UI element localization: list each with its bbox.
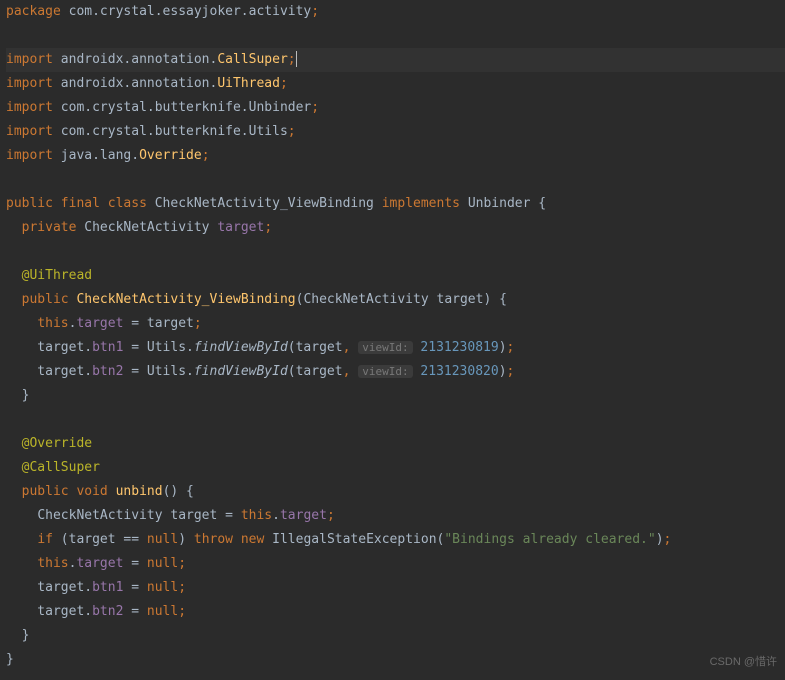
text-cursor bbox=[296, 51, 297, 67]
parameter-hint: viewId: bbox=[358, 341, 412, 354]
code-line: public CheckNetActivity_ViewBinding(Chec… bbox=[6, 288, 785, 312]
code-line: this.target = target; bbox=[6, 312, 785, 336]
annotation: @UiThread bbox=[22, 268, 92, 283]
field-name: target bbox=[217, 220, 264, 235]
code-line: public final class CheckNetActivity_View… bbox=[6, 192, 785, 216]
code-line: @Override bbox=[6, 432, 785, 456]
class-name: CheckNetActivity_ViewBinding bbox=[155, 196, 374, 211]
blank-line bbox=[6, 168, 785, 192]
code-line: target.btn2 = Utils.findViewById(target,… bbox=[6, 360, 785, 384]
code-line: } bbox=[6, 384, 785, 408]
code-line: private CheckNetActivity target; bbox=[6, 216, 785, 240]
package-path: com.crystal.essayjoker.activity bbox=[69, 4, 312, 19]
code-line: } bbox=[6, 624, 785, 648]
code-line: import com.crystal.butterknife.Utils; bbox=[6, 120, 785, 144]
code-line: if (target == null) throw new IllegalSta… bbox=[6, 528, 785, 552]
blank-line bbox=[6, 408, 785, 432]
keyword-import: import bbox=[6, 52, 53, 67]
code-line: target.btn2 = null; bbox=[6, 600, 785, 624]
code-line: @CallSuper bbox=[6, 456, 785, 480]
code-line: @UiThread bbox=[6, 264, 785, 288]
code-line: import androidx.annotation.UiThread; bbox=[6, 72, 785, 96]
number-literal: 2131230819 bbox=[420, 340, 498, 355]
code-line-active: import androidx.annotation.CallSuper; bbox=[6, 48, 785, 72]
watermark: CSDN @惜许 bbox=[710, 650, 777, 674]
blank-line bbox=[6, 24, 785, 48]
code-line: package com.crystal.essayjoker.activity; bbox=[6, 0, 785, 24]
code-line: target.btn1 = null; bbox=[6, 576, 785, 600]
constructor-name: CheckNetActivity_ViewBinding bbox=[76, 292, 295, 307]
code-line: public void unbind() { bbox=[6, 480, 785, 504]
blank-line bbox=[6, 240, 785, 264]
code-line: } bbox=[6, 648, 785, 672]
string-literal: "Bindings already cleared." bbox=[444, 532, 655, 547]
code-editor[interactable]: package com.crystal.essayjoker.activity;… bbox=[0, 0, 785, 672]
method-name: unbind bbox=[116, 484, 163, 499]
import-class: CallSuper bbox=[217, 52, 287, 67]
code-line: import com.crystal.butterknife.Unbinder; bbox=[6, 96, 785, 120]
code-line: CheckNetActivity target = this.target; bbox=[6, 504, 785, 528]
code-line: target.btn1 = Utils.findViewById(target,… bbox=[6, 336, 785, 360]
keyword-package: package bbox=[6, 4, 61, 19]
method-call: findViewById bbox=[194, 340, 288, 355]
code-line: this.target = null; bbox=[6, 552, 785, 576]
code-line: import java.lang.Override; bbox=[6, 144, 785, 168]
